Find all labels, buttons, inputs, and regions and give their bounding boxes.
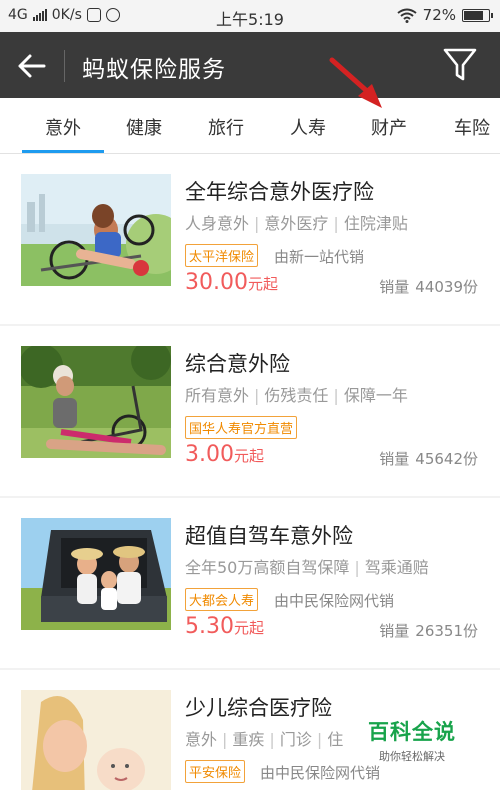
watermark-title: 百科全说 (368, 720, 456, 744)
sales-label: 销量 (379, 450, 410, 468)
tab-property[interactable]: 财产 (371, 114, 407, 140)
product-tag: 所有意外 (185, 386, 250, 405)
product-tag: 重疾 (232, 730, 265, 749)
product-tag: 人身意外 (185, 214, 250, 233)
page-title: 蚂蚁保险服务 (82, 57, 226, 83)
sales-value: 44039份 (415, 278, 478, 296)
sales-label: 销量 (379, 278, 410, 296)
status-bar: 4G 0K/s 上午5:19 72% (0, 0, 500, 32)
price-unit: 元起 (247, 275, 278, 293)
category-tabs: 意外 健康 旅行 人寿 财产 车险 (0, 98, 500, 154)
price-value: 30.00 (185, 270, 248, 295)
product-tag: 意外 (185, 730, 218, 749)
sales-value: 26351份 (415, 622, 478, 640)
active-tab-indicator (22, 150, 104, 153)
product-name: 综合意外险 (185, 352, 290, 376)
appbar-divider (64, 50, 65, 82)
product-card[interactable]: 全年综合意外医疗险 人身意外 | 意外医疗 | 住院津贴 太平洋保险 由新一站代销 30… (0, 154, 500, 324)
tab-accident[interactable]: 意外 (45, 114, 81, 140)
product-tag: 保障一年 (343, 386, 408, 405)
product-tag: 伤残责任 (264, 386, 329, 405)
product-tags: 所有意外 | 伤残责任 | 保障一年 (185, 386, 408, 405)
battery-percent: 72% (422, 6, 456, 24)
sales-label: 销量 (379, 622, 410, 640)
sales-channel: 由中民保险网代销 (260, 764, 381, 782)
sales-channel: 由新一站代销 (274, 248, 365, 266)
product-image (21, 690, 171, 790)
tab-travel[interactable]: 旅行 (208, 114, 244, 140)
annotation-arrow-icon (329, 57, 382, 108)
product-name: 少儿综合医疗险 (185, 696, 332, 720)
product-price: 30.00元起 (185, 270, 278, 295)
product-price: 5.30元起 (185, 614, 264, 639)
filter-icon[interactable] (442, 46, 478, 84)
product-image (21, 518, 171, 630)
insurer-badge: 平安保险 (185, 760, 246, 783)
product-name: 全年综合意外医疗险 (185, 180, 374, 204)
insurer-badge: 国华人寿官方直营 (185, 416, 298, 439)
product-tag: 全年50万高额自驾保障 (185, 558, 350, 577)
sales-count: 销量 45642份 (373, 448, 478, 469)
price-value: 5.30 (185, 614, 234, 639)
product-price: 3.00元起 (185, 442, 264, 467)
app-bar: 蚂蚁保险服务 (0, 32, 500, 98)
sales-count: 销量 26351份 (373, 620, 478, 641)
product-tag: 驾乘通赔 (364, 558, 429, 577)
product-card[interactable]: 综合意外险 所有意外 | 伤残责任 | 保障一年 国华人寿官方直营 3.00元起 销量 4… (0, 326, 500, 496)
battery-icon (462, 8, 493, 22)
tab-life[interactable]: 人寿 (290, 114, 326, 140)
product-image (21, 174, 171, 286)
insurer-badge: 太平洋保险 (185, 244, 259, 267)
sales-value: 45642份 (415, 450, 478, 468)
product-tags: 全年50万高额自驾保障 | 驾乘通赔 (185, 558, 429, 577)
product-tags: 意外 | 重疾 | 门诊 | 住 (185, 730, 344, 749)
product-tag: 住 (327, 730, 344, 749)
product-tag: 门诊 (279, 730, 312, 749)
product-card[interactable]: 超值自驾车意外险 全年50万高额自驾保障 | 驾乘通赔 大都会人寿 由中民保险网代销… (0, 498, 500, 668)
product-tag: 意外医疗 (264, 214, 329, 233)
watermark-subtitle: 助你轻松解决 (379, 750, 445, 763)
sales-count: 销量 44039份 (373, 276, 478, 297)
product-tag: 住院津贴 (343, 214, 408, 233)
tab-car[interactable]: 车险 (454, 114, 490, 140)
watermark: 百科全说 助你轻松解决 (364, 716, 460, 764)
back-arrow-icon[interactable] (16, 50, 48, 82)
price-unit: 元起 (233, 447, 264, 465)
product-name: 超值自驾车意外险 (185, 524, 353, 548)
tab-health[interactable]: 健康 (126, 114, 162, 140)
product-image (21, 346, 171, 458)
price-unit: 元起 (233, 619, 264, 637)
product-tags: 人身意外 | 意外医疗 | 住院津贴 (185, 214, 408, 233)
sales-channel: 由中民保险网代销 (274, 592, 395, 610)
wifi-icon (397, 8, 417, 23)
price-value: 3.00 (185, 442, 234, 467)
insurer-badge: 大都会人寿 (185, 588, 259, 611)
